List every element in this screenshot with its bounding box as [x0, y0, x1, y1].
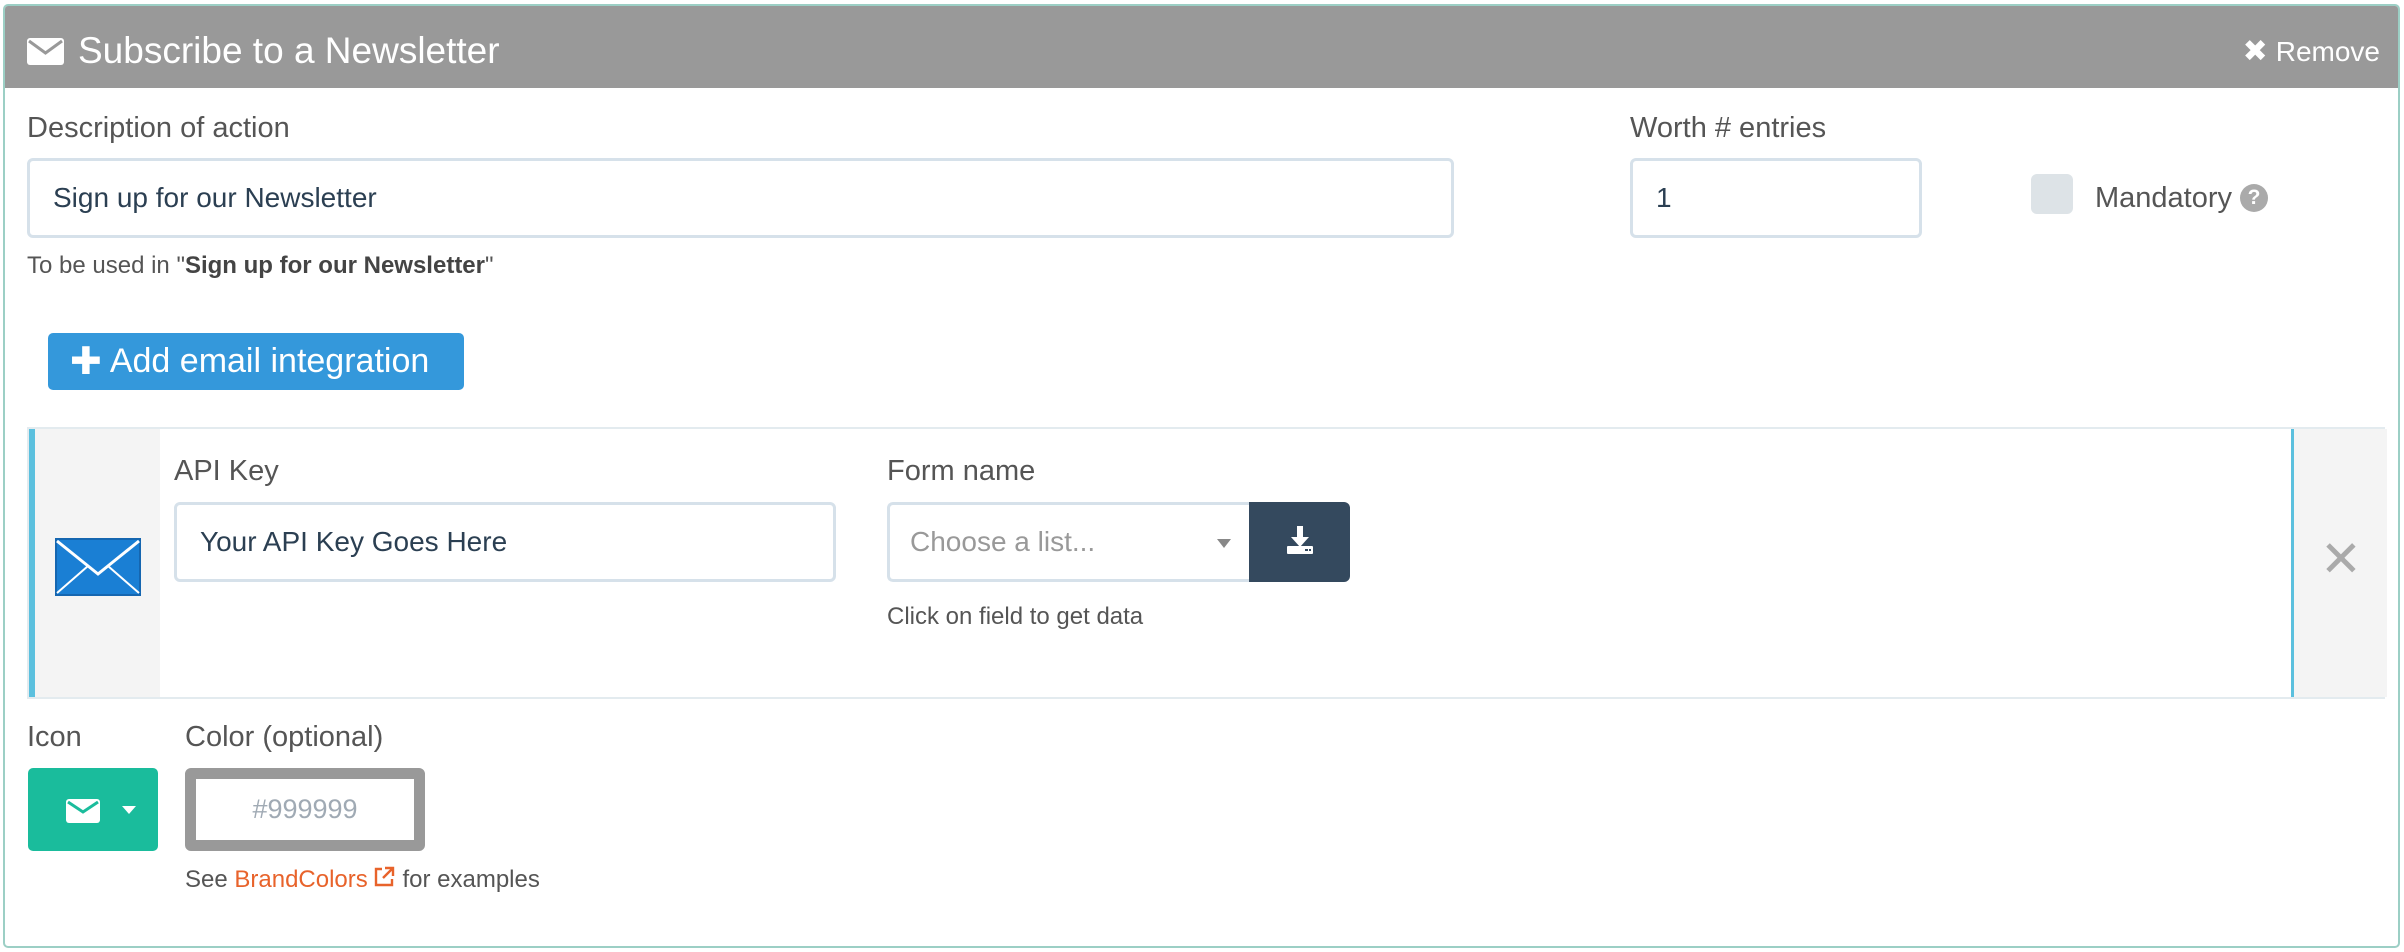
question-circle-icon[interactable]: ?	[2240, 184, 2269, 212]
external-link-icon	[374, 866, 394, 887]
icon-label: Icon	[27, 721, 82, 753]
envelope-icon	[27, 38, 64, 65]
description-value: Sign up for our Newsletter	[53, 182, 377, 213]
mandatory-label: Mandatory	[2095, 182, 2233, 214]
fetch-lists-button[interactable]	[1249, 502, 1350, 582]
color-placeholder: #999999	[252, 794, 358, 824]
add-email-integration-label: Add email integration	[109, 342, 430, 380]
form-name-label: Form name	[887, 455, 1036, 487]
brandcolors-link[interactable]: BrandColors	[234, 866, 367, 893]
download-icon	[1287, 526, 1313, 554]
api-key-value: Your API Key Goes Here	[200, 526, 508, 557]
form-name-select[interactable]: Choose a list...	[887, 502, 1249, 582]
color-help-suffix: for examples	[395, 866, 540, 893]
api-key-label: API Key	[174, 455, 279, 487]
color-help: See BrandColors for examples	[185, 865, 540, 895]
color-input[interactable]: #999999	[185, 768, 425, 851]
description-help-bold: Sign up for our Newsletter	[184, 252, 485, 279]
remove-icon: ✖	[2242, 35, 2268, 68]
integration-icon-column	[35, 429, 160, 697]
add-email-integration-button[interactable]: ✚ Add email integration	[48, 333, 464, 390]
color-label: Color (optional)	[185, 721, 384, 753]
plus-icon: ✚	[70, 341, 102, 383]
description-help-suffix: "	[485, 252, 494, 279]
chevron-down-icon	[1217, 539, 1231, 548]
mandatory-field: Mandatory ?	[2095, 180, 2269, 216]
form-name-help: Click on field to get data	[887, 603, 1144, 630]
description-help: To be used in "Sign up for our Newslette…	[27, 251, 494, 281]
mandatory-checkbox[interactable]	[2031, 174, 2073, 214]
action-panel: Subscribe to a Newsletter ✖ Remove Descr…	[3, 4, 2400, 948]
remove-button[interactable]: ✖ Remove	[2243, 32, 2380, 72]
remove-label: Remove	[2275, 36, 2380, 67]
worth-input[interactable]: 1	[1630, 158, 1922, 238]
description-input[interactable]: Sign up for our Newsletter	[27, 158, 1454, 238]
form-name-placeholder: Choose a list...	[910, 526, 1096, 557]
panel-header: Subscribe to a Newsletter ✖ Remove	[5, 6, 2398, 88]
caret-down-icon	[122, 806, 136, 814]
panel-title: Subscribe to a Newsletter	[78, 30, 500, 71]
email-envelope-icon	[55, 538, 141, 596]
close-icon[interactable]: ✕	[2320, 529, 2362, 589]
color-help-prefix: See	[185, 866, 235, 893]
integration-close-column: ✕	[2294, 429, 2387, 697]
envelope-icon	[66, 799, 100, 823]
icon-picker-button[interactable]	[28, 768, 158, 851]
description-help-prefix: To be used in "	[27, 252, 185, 279]
description-label: Description of action	[27, 112, 290, 144]
api-key-input[interactable]: Your API Key Goes Here	[174, 502, 836, 582]
worth-label: Worth # entries	[1630, 112, 1827, 144]
worth-value: 1	[1656, 182, 1672, 213]
